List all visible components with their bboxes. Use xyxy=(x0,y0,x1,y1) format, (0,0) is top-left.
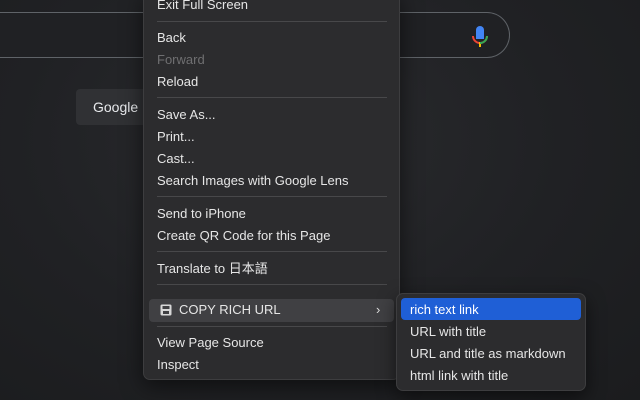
submenu-item-url-with-title[interactable]: URL with title xyxy=(410,324,486,340)
menu-item-print[interactable]: Print... xyxy=(157,129,195,145)
submenu-item-url-title-markdown[interactable]: URL and title as markdown xyxy=(410,346,566,362)
menu-item-create-qr-code[interactable]: Create QR Code for this Page xyxy=(157,228,330,244)
menu-separator xyxy=(157,97,387,98)
menu-item-exit-full-screen[interactable]: Exit Full Screen xyxy=(157,0,248,13)
submenu-item-rich-text-link[interactable]: rich text link xyxy=(410,302,479,318)
menu-separator xyxy=(157,326,387,327)
submenu-item-html-link-with-title[interactable]: html link with title xyxy=(410,368,508,384)
menu-item-copy-rich-url[interactable]: COPY RICH URL xyxy=(179,302,281,318)
menu-item-view-page-source[interactable]: View Page Source xyxy=(157,335,264,351)
menu-item-send-to-iphone[interactable]: Send to iPhone xyxy=(157,206,246,222)
menu-item-search-images-google-lens[interactable]: Search Images with Google Lens xyxy=(157,173,349,189)
menu-item-translate[interactable]: Translate to 日本語 xyxy=(157,261,268,277)
copy-rich-url-submenu: rich text link URL with title URL and ti… xyxy=(396,293,586,391)
menu-item-back[interactable]: Back xyxy=(157,30,186,46)
context-menu: Exit Full Screen Back Forward Reload Sav… xyxy=(143,0,400,380)
chevron-right-icon: › xyxy=(376,302,381,317)
menu-item-cast[interactable]: Cast... xyxy=(157,151,195,167)
menu-separator xyxy=(157,251,387,252)
menu-item-reload[interactable]: Reload xyxy=(157,74,198,90)
menu-separator xyxy=(157,196,387,197)
browser-page: Google Exit Full Screen Back Forward Rel… xyxy=(0,0,640,400)
menu-separator xyxy=(157,21,387,22)
extension-icon xyxy=(160,304,172,316)
menu-item-inspect[interactable]: Inspect xyxy=(157,357,199,373)
microphone-icon[interactable] xyxy=(470,25,490,49)
menu-separator xyxy=(157,284,387,285)
menu-item-save-as[interactable]: Save As... xyxy=(157,107,216,123)
menu-item-forward: Forward xyxy=(157,52,205,67)
